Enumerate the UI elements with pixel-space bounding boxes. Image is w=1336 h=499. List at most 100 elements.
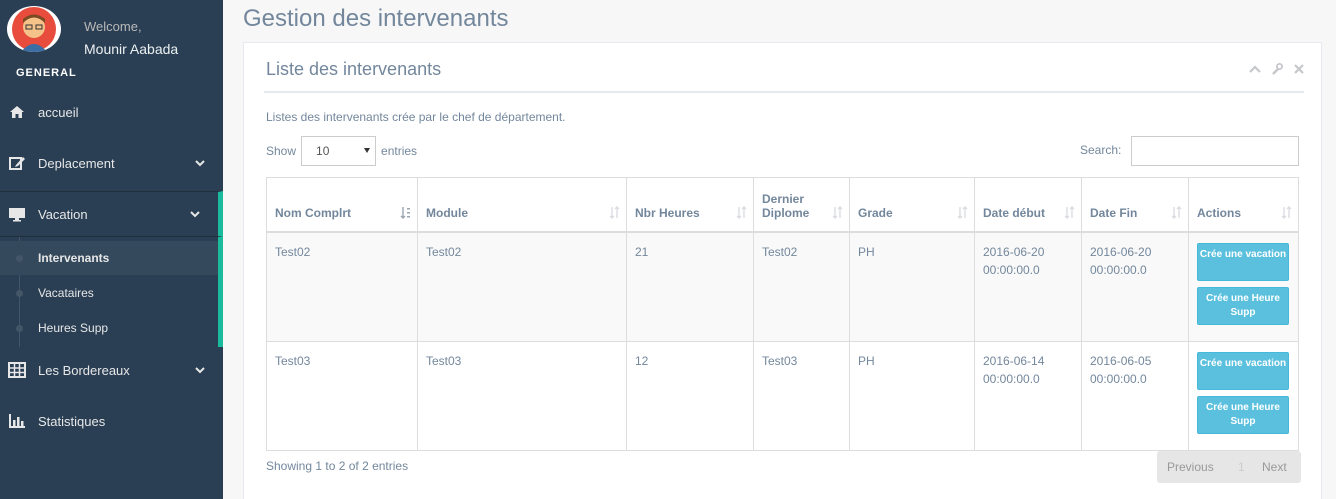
cell-debut: 2016-06-14 00:00:00.0 [974, 340, 1082, 451]
column-header-label: Grade [858, 205, 893, 220]
panel-title: Liste des intervenants [266, 59, 442, 79]
collapse-icon[interactable] [1249, 63, 1261, 75]
next-button[interactable]: Next [1262, 460, 1287, 474]
sort-asc-icon [400, 206, 410, 219]
panel-divider [264, 91, 1304, 93]
column-header-heures[interactable]: Nbr Heures [626, 177, 754, 233]
home-icon [10, 106, 24, 118]
cell-heures: 12 [626, 340, 754, 451]
cell-nom: Test03 [266, 340, 418, 451]
column-header-debut[interactable]: Date début [974, 177, 1082, 233]
cell-heures: 21 [626, 231, 754, 342]
column-header-module[interactable]: Module [417, 177, 627, 233]
submenu-item-vacataires[interactable]: Vacataires [0, 276, 218, 310]
entries-select[interactable]: 10 [301, 136, 377, 166]
bullet-icon [16, 254, 23, 262]
sort-icon [832, 205, 843, 219]
cell-actions: Crée une vacation Crée une Heure Supp [1188, 340, 1299, 451]
sort-icon [609, 205, 620, 219]
content-panel: Liste des intervenants Listes des interv… [243, 42, 1322, 499]
cell-grade: PH [849, 231, 975, 342]
close-icon[interactable] [1293, 63, 1305, 75]
entries-select-value: 10 [316, 144, 330, 158]
sort-icon [736, 205, 747, 219]
edit-icon [9, 157, 25, 170]
create-vacation-button[interactable]: Crée une vacation [1197, 351, 1289, 390]
cell-nom: Test02 [266, 231, 418, 342]
chevron-down-icon [190, 211, 200, 218]
cell-fin: 2016-06-05 00:00:00.0 [1081, 340, 1189, 451]
show-label: Show [266, 144, 297, 158]
sidebar-item-accueil[interactable]: accueil [0, 89, 223, 135]
cell-grade: PH [849, 340, 975, 451]
cell-actions: Crée une vacation Crée une Heure Supp [1188, 231, 1299, 342]
bullet-icon [16, 324, 23, 332]
submenu-item-label: Intervenants [38, 251, 110, 265]
sort-icon [1171, 205, 1182, 219]
cell-diplome: Test02 [753, 231, 850, 342]
sort-icon [1281, 205, 1292, 219]
entries-label: entries [381, 144, 418, 158]
sidebar-item-label: Les Bordereaux [38, 362, 130, 378]
search-input[interactable] [1131, 136, 1299, 166]
sidebar-item-label: Deplacement [38, 155, 115, 171]
cell-diplome: Test03 [753, 340, 850, 451]
sidebar-item-label: Vacation [38, 206, 88, 222]
column-header-label: Actions [1197, 205, 1242, 220]
sidebar: Welcome, Mounir Aabada GENERAL accueil D… [0, 0, 223, 499]
column-header-grade[interactable]: Grade [849, 177, 975, 233]
sidebar-item-deplacement[interactable]: Deplacement [0, 140, 223, 186]
create-heure-supp-button[interactable]: Crée une Heure Supp [1197, 395, 1289, 434]
table-row: Test02 Test02 21 Test02 PH 2016-06-20 00… [266, 231, 1299, 342]
submenu-item-heures-supp[interactable]: Heures Supp [0, 311, 218, 345]
previous-button[interactable]: Previous [1167, 460, 1214, 474]
cell-module: Test03 [417, 340, 627, 451]
sidebar-item-statistiques[interactable]: Statistiques [0, 398, 223, 444]
length-control: Show 10 entries [266, 136, 417, 166]
column-header-label: Date début [983, 205, 1046, 220]
intervenants-table: Nom Complrt Module Nbr Heures Dernier Di… [266, 177, 1299, 451]
sidebar-item-label: Statistiques [38, 413, 106, 429]
create-vacation-button[interactable]: Crée une vacation [1197, 242, 1289, 281]
table-info: Showing 1 to 2 of 2 entries [266, 459, 409, 473]
table-header-row: Nom Complrt Module Nbr Heures Dernier Di… [266, 177, 1299, 233]
bar-chart-icon [9, 414, 25, 428]
profile: Welcome, Mounir Aabada GENERAL [0, 0, 223, 90]
cell-module: Test02 [417, 231, 627, 342]
welcome-text: Welcome, [84, 19, 142, 34]
submenu-item-label: Vacataires [38, 286, 94, 300]
sort-icon [1064, 205, 1075, 219]
vacation-submenu: Intervenants Vacataires Heures Supp [0, 237, 223, 347]
username: Mounir Aabada [84, 41, 179, 57]
table-row: Test03 Test03 12 Test03 PH 2016-06-14 00… [266, 340, 1299, 451]
submenu-item-label: Heures Supp [38, 321, 109, 335]
submenu-item-intervenants[interactable]: Intervenants [0, 241, 218, 275]
pagination: Previous 1 Next [1157, 451, 1301, 483]
menu-section-title: GENERAL [16, 67, 77, 79]
cell-debut: 2016-06-20 00:00:00.0 [974, 231, 1082, 342]
search-label: Search: [1080, 143, 1122, 157]
page-button[interactable]: 1 [1238, 460, 1245, 474]
sidebar-item-bordereaux[interactable]: Les Bordereaux [0, 347, 223, 393]
column-header-actions[interactable]: Actions [1188, 177, 1299, 233]
wrench-icon[interactable] [1271, 63, 1283, 75]
panel-description: Listes des intervenants crée par le chef… [266, 110, 566, 124]
page-title: Gestion des intervenants [243, 5, 509, 32]
column-header-diplome[interactable]: Dernier Diplome [753, 177, 850, 233]
chevron-down-icon [195, 160, 205, 167]
column-header-nom[interactable]: Nom Complrt [266, 177, 418, 233]
caret-down-icon [364, 148, 371, 153]
cell-fin: 2016-06-20 00:00:00.0 [1081, 231, 1189, 342]
column-header-label: Nbr Heures [635, 205, 700, 220]
chevron-down-icon [195, 367, 205, 374]
sidebar-item-vacation[interactable]: Vacation [0, 191, 223, 237]
create-heure-supp-button[interactable]: Crée une Heure Supp [1197, 286, 1289, 325]
desktop-icon [9, 208, 25, 222]
column-header-label: Date Fin [1090, 205, 1138, 220]
sidebar-item-label: accueil [38, 104, 79, 120]
panel-tools [1249, 63, 1305, 75]
avatar [7, 6, 61, 52]
table-icon [8, 362, 26, 378]
column-header-fin[interactable]: Date Fin [1081, 177, 1189, 233]
column-header-label: Nom Complrt [275, 205, 351, 220]
